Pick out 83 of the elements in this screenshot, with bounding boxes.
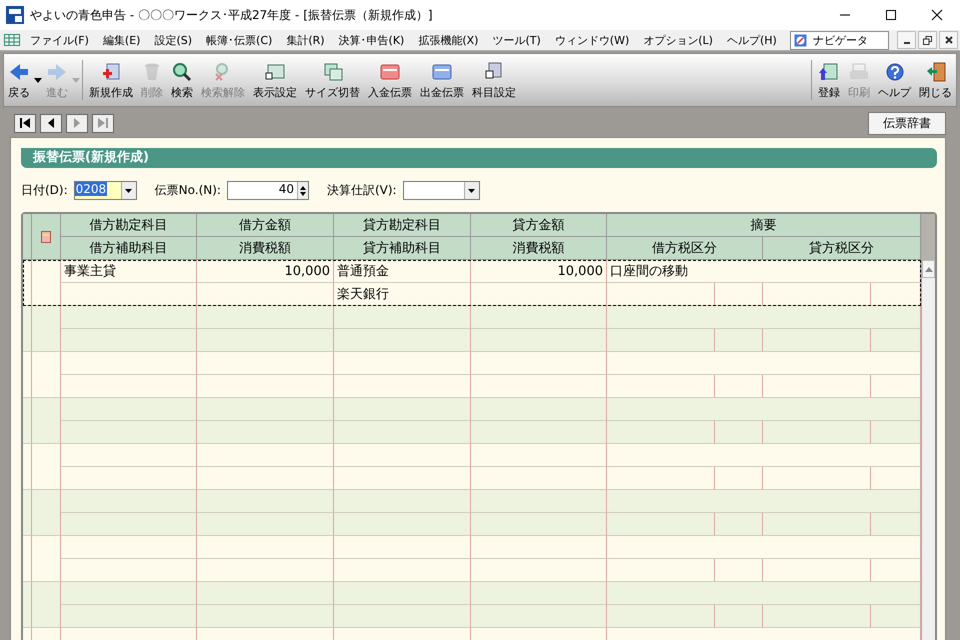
first-record-icon [20,118,30,128]
spin-button[interactable] [296,182,308,199]
close-icon [931,9,943,21]
dropdown-arrow-icon [125,188,132,192]
column-header: 消費税額 [197,237,334,260]
menu-item[interactable]: ウィンドウ(W) [548,32,636,48]
toolbar-button[interactable]: 科目設定 [468,60,520,100]
toolbar-button[interactable]: ヘルプ [874,54,915,106]
exit-door-icon [924,60,946,82]
column-header: 貸方補助科目 [334,237,471,260]
window-title: やよいの青色申告 - 〇〇〇ワークス･平成27年度 - [振替伝票（新規作成）] [30,6,434,24]
menu-item[interactable]: 帳簿･伝票(C) [199,32,280,48]
column-header: 借方金額 [197,214,334,237]
column-header: 摘要 [607,214,921,237]
new-document-icon [100,60,122,82]
toolbar-button[interactable]: サイズ切替 [301,60,364,100]
table-cell: 10,000 [197,260,334,283]
toolbar-button[interactable]: 出金伝票 [416,60,468,100]
column-header: 借方補助科目 [61,237,197,260]
field-label: 伝票No.(N): [154,182,221,199]
column-header: 借方税区分 [607,237,763,260]
toolbar-button[interactable]: 新規作成 [85,60,137,100]
slip-number-field[interactable]: 40 [226,181,309,200]
toolbar-button[interactable]: 閉じる [915,54,956,106]
first-record-button[interactable] [14,114,36,132]
up-arrow-icon [300,186,306,190]
close-icon [944,36,952,44]
restore-icon [923,36,932,44]
restore-button[interactable] [918,31,937,49]
maximize-icon [885,9,897,21]
field-label: 決算仕訳(V): [326,182,397,199]
close-button[interactable] [939,31,958,49]
down-arrow-icon [300,192,306,196]
menu-item[interactable]: 集計(R) [279,32,332,48]
scrollbar-header [922,214,935,260]
compass-icon [794,34,807,46]
toolbar-button[interactable]: 登録 [814,54,844,106]
column-header: 借方勘定科目 [61,214,197,237]
table-cell: 口座間の移動 [607,260,921,283]
scroll-up-button[interactable] [922,260,935,278]
caret-icon[interactable] [34,78,42,82]
help-icon [884,60,906,82]
minimize-button[interactable] [897,31,916,49]
table-cell: 10,000 [471,260,607,283]
scrollbar[interactable] [921,214,935,640]
menu-item[interactable]: ツール(T) [485,32,548,48]
search-icon [171,60,193,82]
menu-item[interactable]: 拡張機能(X) [411,32,486,48]
next-record-icon [72,118,82,128]
menu-item[interactable]: オプション(L) [636,32,720,48]
last-record-icon [98,118,108,128]
spreadsheet-icon [4,34,20,46]
column-header: 貸方金額 [471,214,607,237]
menu-item[interactable]: ファイル(F) [23,32,96,48]
table-cell: 事業主貸 [61,260,197,283]
toolbar-button[interactable]: 検索 [167,60,197,100]
navigator-button[interactable]: ナビゲータ [790,30,889,50]
register-document-icon [818,60,840,82]
date-field[interactable]: 0208 [74,181,137,200]
slip-dictionary-button[interactable]: 伝票辞書 [868,112,946,134]
table-cell: 普通預金 [334,260,471,283]
notebook-icon [41,230,51,242]
menu-item[interactable]: 編集(E) [96,32,148,48]
table-cell-text: 楽天銀行 [337,286,389,303]
field-label: 日付(D): [21,182,68,199]
menu-item[interactable]: 設定(S) [147,32,200,48]
column-header: 貸方勘定科目 [334,214,471,237]
toolbar-button[interactable]: 入金伝票 [364,60,416,100]
window-resize-icon [322,60,344,82]
last-record-button[interactable] [92,114,114,132]
menu-item[interactable]: 決算･申告(K) [332,32,412,48]
closing-entry-dropdown[interactable] [402,181,480,200]
column-header: 消費税額 [471,237,607,260]
toolbar-button[interactable]: 戻る [4,60,34,100]
toolbar-button[interactable]: 表示設定 [249,60,301,100]
section-header: 振替伝票(新規作成) [21,148,937,168]
up-arrow-icon [924,266,932,272]
menu-item[interactable]: ヘルプ(H) [720,32,784,48]
previous-record-button[interactable] [40,114,62,132]
next-record-button[interactable] [66,114,88,132]
previous-record-icon [46,118,56,128]
app-logo-icon [6,6,24,24]
dropdown-arrow-icon [468,188,476,192]
